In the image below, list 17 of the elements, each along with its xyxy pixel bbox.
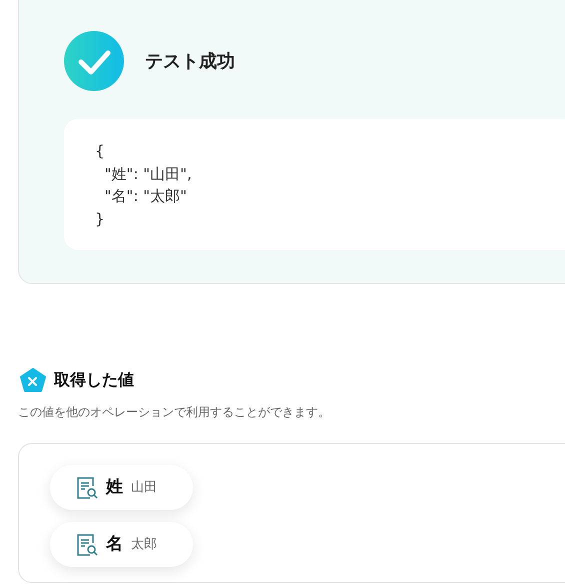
document-search-icon (76, 476, 98, 500)
result-title: テスト成功 (145, 50, 235, 74)
value-key: 名 (106, 532, 123, 558)
code-line: } (95, 208, 105, 230)
value-key: 姓 (106, 474, 123, 500)
section-description: この値を他のオペレーションで利用することができます。 (18, 404, 330, 421)
document-search-icon (76, 532, 98, 556)
value-chip[interactable]: 名 太郎 (50, 522, 193, 567)
code-line: { (95, 141, 105, 162)
section-title: 取得した値 (54, 369, 134, 391)
check-icon (64, 31, 124, 91)
code-line: "名": "太郎" (104, 186, 187, 207)
code-line: "姓": "山田", (104, 164, 192, 184)
value-text: 山田 (131, 478, 157, 497)
value-chip[interactable]: 姓 山田 (50, 465, 193, 510)
value-text: 太郎 (131, 536, 157, 554)
variable-icon (20, 368, 46, 392)
